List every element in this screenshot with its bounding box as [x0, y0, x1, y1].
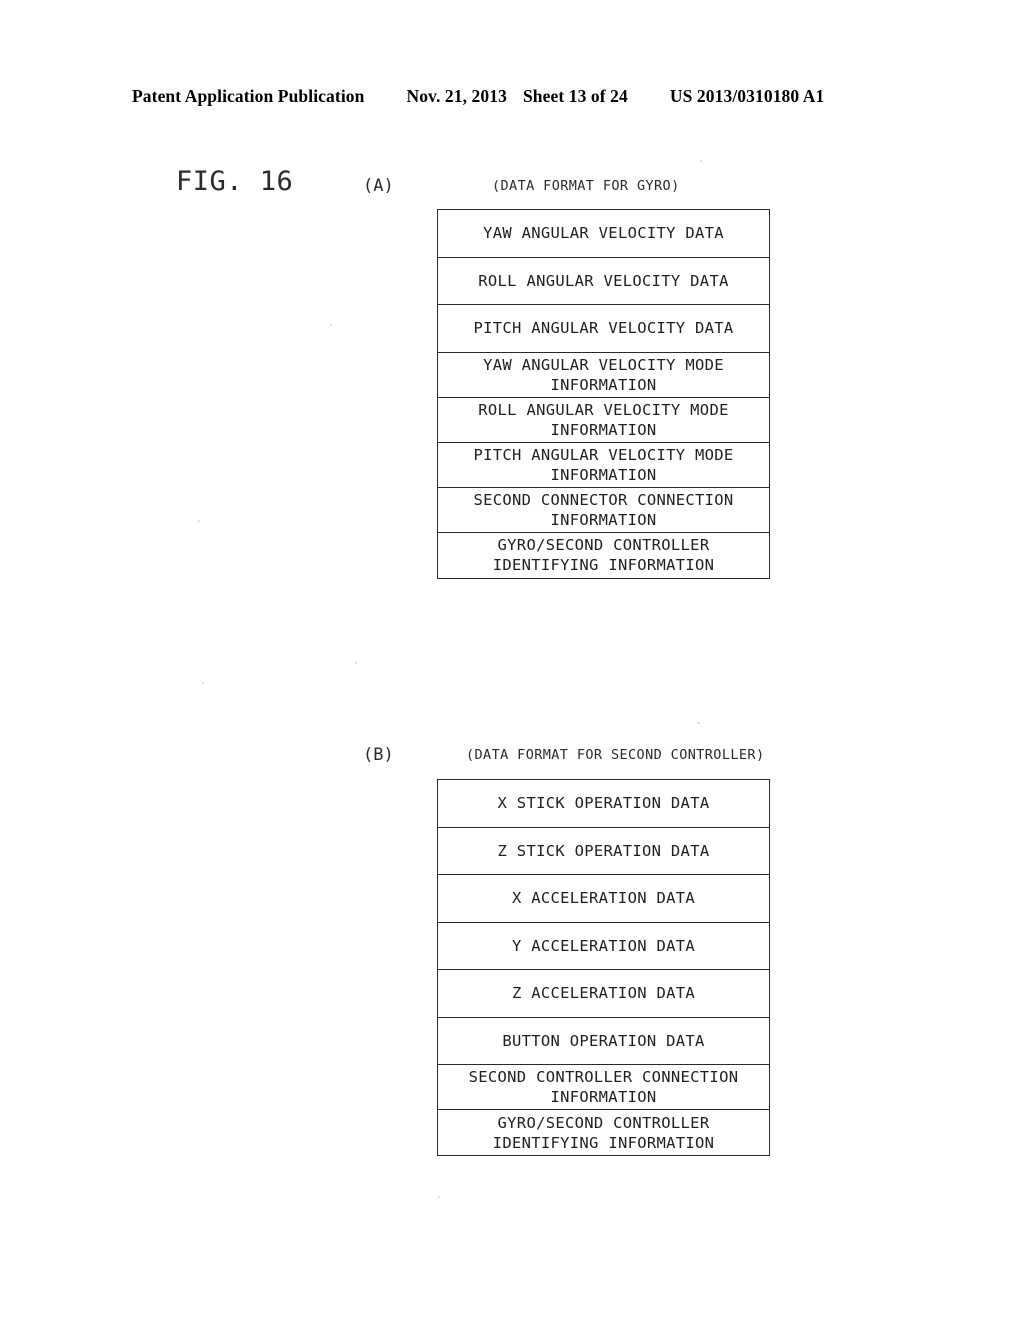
row-line: PITCH ANGULAR VELOCITY DATA	[473, 319, 734, 338]
section-a-caption: (DATA FORMAT FOR GYRO)	[492, 178, 680, 194]
row-line: INFORMATION	[550, 510, 657, 529]
header-publication-label: Patent Application Publication	[132, 86, 365, 106]
row-line: Z STICK OPERATION DATA	[497, 841, 710, 860]
scan-speck	[700, 160, 702, 162]
row-line: GYRO/SECOND CONTROLLER	[497, 1113, 710, 1132]
header-patent-number: US 2013/0310180 A1	[669, 86, 825, 106]
scan-speck	[697, 722, 700, 724]
table-row: X ACCELERATION DATA	[438, 875, 769, 923]
table-row: YAW ANGULAR VELOCITY DATA	[438, 210, 769, 258]
section-b-marker: (B)	[363, 745, 394, 765]
row-line: SECOND CONNECTOR CONNECTION	[473, 490, 734, 509]
row-line: X ACCELERATION DATA	[511, 889, 695, 908]
table-row: PITCH ANGULAR VELOCITY DATA	[438, 305, 769, 353]
scan-speck	[355, 662, 357, 664]
row-line: INFORMATION	[550, 1088, 657, 1106]
row-line: ROLL ANGULAR VELOCITY DATA	[478, 271, 729, 290]
row-line: BUTTON OPERATION DATA	[502, 1031, 705, 1050]
page-header: Patent Application Publication Nov. 21, …	[132, 86, 892, 110]
row-line: SECOND CONTROLLER CONNECTION	[468, 1068, 739, 1086]
row-line: YAW ANGULAR VELOCITY MODE	[483, 355, 724, 374]
row-line: INFORMATION	[550, 375, 657, 394]
row-line: YAW ANGULAR VELOCITY DATA	[483, 224, 724, 243]
table-row: Z ACCELERATION DATA	[438, 970, 769, 1018]
scan-speck	[438, 1196, 440, 1198]
row-line: IDENTIFYING INFORMATION	[492, 1133, 715, 1152]
gyro-data-format-table: YAW ANGULAR VELOCITY DATA ROLL ANGULAR V…	[437, 209, 770, 579]
second-controller-data-format-table: X STICK OPERATION DATA Z STICK OPERATION…	[437, 779, 770, 1156]
table-row: Z STICK OPERATION DATA	[438, 828, 769, 875]
table-row: Y ACCELERATION DATA	[438, 923, 769, 970]
figure-label: FIG. 16	[176, 166, 294, 197]
scan-speck	[198, 520, 200, 522]
scan-speck	[330, 324, 332, 326]
row-line: Z ACCELERATION DATA	[511, 984, 695, 1003]
row-line: PITCH ANGULAR VELOCITY MODE	[473, 445, 734, 464]
scan-speck	[202, 682, 204, 684]
table-row: X STICK OPERATION DATA	[438, 780, 769, 828]
header-date-label: Nov. 21, 2013	[406, 86, 507, 106]
row-line: IDENTIFYING INFORMATION	[492, 556, 715, 574]
table-row: BUTTON OPERATION DATA	[438, 1018, 769, 1065]
table-row: ROLL ANGULAR VELOCITY DATA	[438, 258, 769, 305]
table-row: GYRO/SECOND CONTROLLER IDENTIFYING INFOR…	[438, 533, 769, 578]
section-b-caption: (DATA FORMAT FOR SECOND CONTROLLER)	[466, 747, 765, 763]
table-row: PITCH ANGULAR VELOCITY MODE INFORMATION	[438, 443, 769, 488]
table-row: YAW ANGULAR VELOCITY MODE INFORMATION	[438, 353, 769, 398]
table-row: ROLL ANGULAR VELOCITY MODE INFORMATION	[438, 398, 769, 443]
row-line: X STICK OPERATION DATA	[497, 794, 710, 813]
table-row: GYRO/SECOND CONTROLLER IDENTIFYING INFOR…	[438, 1110, 769, 1155]
row-line: INFORMATION	[550, 420, 657, 439]
table-row: SECOND CONNECTOR CONNECTION INFORMATION	[438, 488, 769, 533]
row-line: Y ACCELERATION DATA	[511, 936, 695, 955]
row-line: INFORMATION	[550, 465, 657, 484]
header-sheet-label: Sheet 13 of 24	[522, 86, 628, 106]
section-a-marker: (A)	[363, 176, 394, 196]
row-line: GYRO/SECOND CONTROLLER	[497, 536, 710, 554]
table-row: SECOND CONTROLLER CONNECTION INFORMATION	[438, 1065, 769, 1110]
row-line: ROLL ANGULAR VELOCITY MODE	[478, 400, 729, 419]
